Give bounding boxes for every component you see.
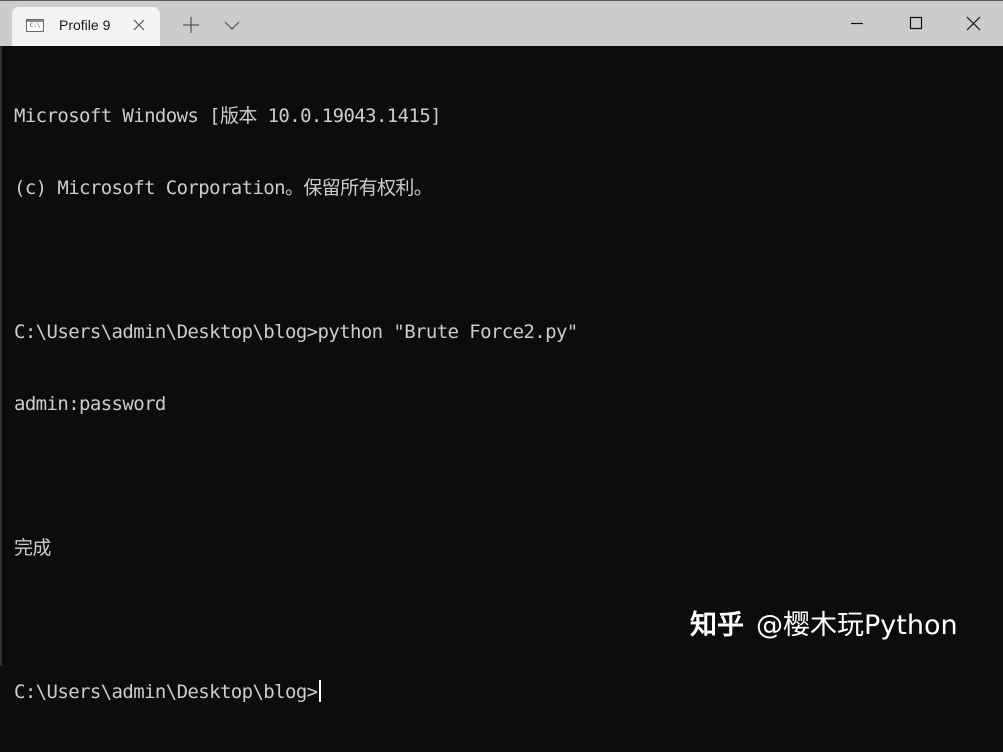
minimize-icon [851,22,863,25]
prompt-line[interactable]: C:\Users\admin\Desktop\blog> [14,680,578,704]
tab-dropdown-button[interactable] [221,14,243,36]
title-bar: C:\ Profile 9 [0,0,1003,47]
watermark: 知乎 @樱木玩Python [690,603,958,642]
text-cursor [318,680,321,702]
new-tab-button[interactable] [180,14,202,36]
terminal-line: C:\Users\admin\Desktop\blog>python "Brut… [14,321,578,343]
watermark-brand: 知乎 [690,610,744,641]
plus-icon [183,17,199,33]
maximize-button[interactable] [886,1,944,46]
maximize-icon [909,16,923,30]
watermark-author: @樱木玩Python [756,610,958,641]
terminal-line: admin:password [14,393,166,415]
minimize-button[interactable] [828,1,886,46]
terminal-line: Microsoft Windows [版本 10.0.19043.1415] [14,105,442,127]
terminal-line: (c) Microsoft Corporation。保留所有权利。 [14,177,433,199]
terminal-line: 完成 [14,537,51,559]
prompt-text: C:\Users\admin\Desktop\blog> [14,681,318,703]
chevron-down-icon [224,21,240,30]
tab-title: Profile 9 [59,17,111,33]
close-window-button[interactable] [945,1,1003,46]
tab-profile-9[interactable]: C:\ Profile 9 [12,7,160,47]
close-icon [966,16,981,31]
command-prompt-icon: C:\ [26,19,44,32]
terminal-output[interactable]: Microsoft Windows [版本 10.0.19043.1415] (… [0,46,1003,703]
tab-close-icon[interactable] [131,17,147,33]
